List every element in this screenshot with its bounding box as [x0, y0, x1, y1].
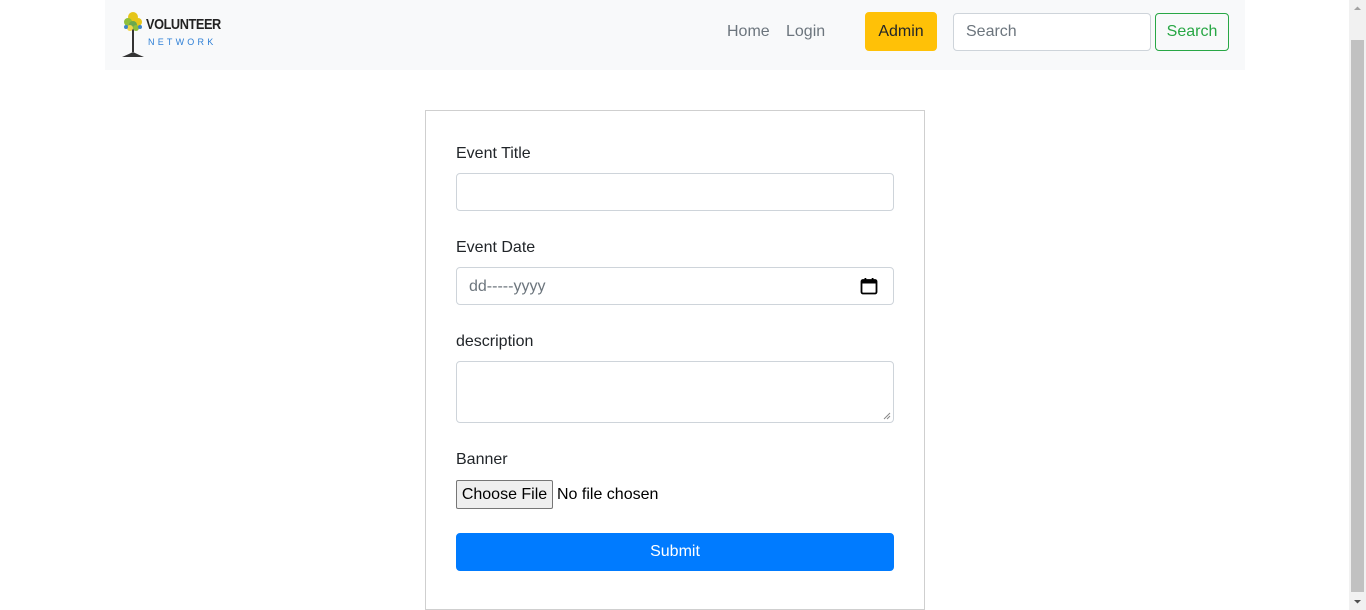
date-placeholder: dd-----yyyy: [469, 278, 546, 295]
resize-handle-icon[interactable]: [883, 412, 891, 420]
event-title-label: Event Title: [456, 145, 531, 162]
calendar-icon[interactable]: [860, 277, 878, 295]
search-input[interactable]: [953, 13, 1151, 51]
brand-tagline: NETWORK: [148, 37, 217, 47]
scroll-down-arrow-icon[interactable]: [1349, 593, 1366, 610]
scroll-thumb[interactable]: [1351, 40, 1364, 592]
event-title-input[interactable]: [456, 173, 894, 211]
search-button[interactable]: Search: [1155, 13, 1229, 51]
brand-logo[interactable]: VOLUNTEER NETWORK: [121, 8, 221, 60]
description-label: description: [456, 333, 534, 350]
navbar: VOLUNTEER NETWORK Home Login Admin Searc…: [105, 0, 1245, 70]
nav-link-home[interactable]: Home: [727, 22, 770, 42]
scrollbar[interactable]: [1349, 0, 1366, 610]
event-date-input[interactable]: dd-----yyyy: [456, 267, 894, 305]
add-event-form: Event Title Event Date dd-----yyyy descr…: [425, 110, 925, 610]
page: VOLUNTEER NETWORK Home Login Admin Searc…: [0, 0, 1366, 610]
file-status: No file chosen: [557, 486, 659, 503]
event-date-label: Event Date: [456, 239, 536, 256]
nav-link-login[interactable]: Login: [786, 22, 825, 42]
description-textarea[interactable]: [456, 361, 894, 423]
tree-logo-icon: [122, 12, 144, 57]
submit-button[interactable]: Submit: [456, 533, 894, 571]
choose-file-button[interactable]: Choose File: [456, 480, 553, 509]
banner-label: Banner: [456, 451, 508, 468]
admin-button[interactable]: Admin: [865, 12, 937, 51]
scroll-up-arrow-icon[interactable]: [1349, 0, 1366, 17]
brand-name: VOLUNTEER: [146, 16, 221, 33]
